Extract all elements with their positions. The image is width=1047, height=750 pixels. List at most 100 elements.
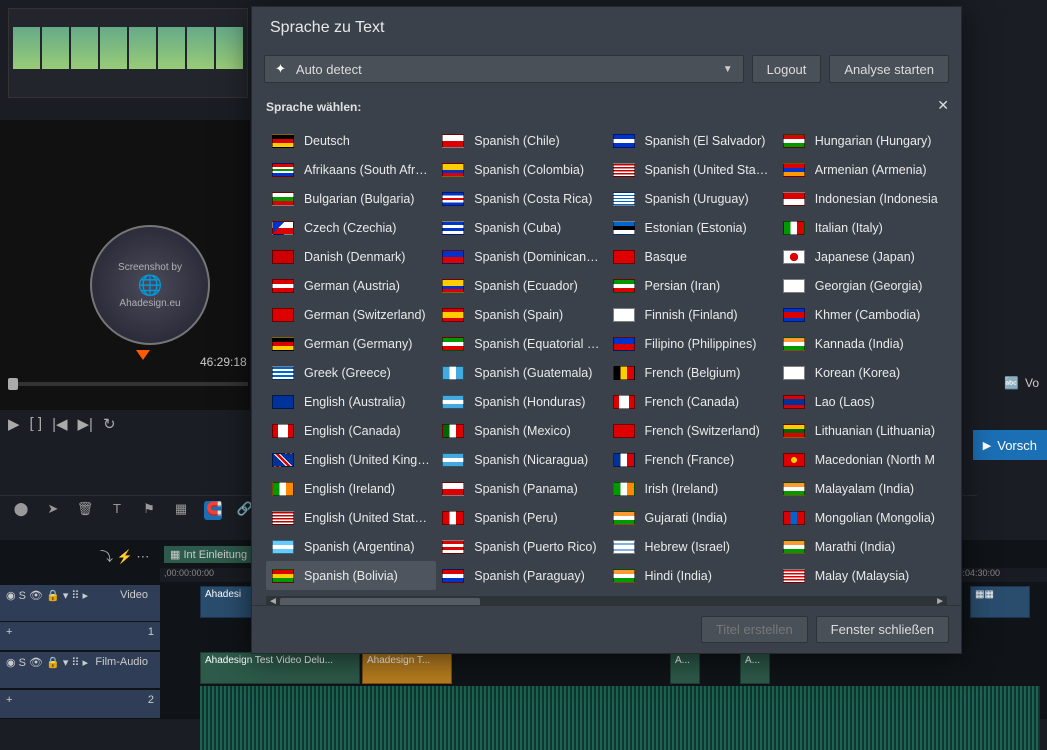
language-option[interactable]: German (Austria) xyxy=(266,271,436,300)
logout-button[interactable]: Logout xyxy=(752,55,822,83)
language-option[interactable]: Kannada (India) xyxy=(777,329,947,358)
trash-icon[interactable]: 🗑 xyxy=(76,501,94,520)
language-option[interactable]: Lao (Laos) xyxy=(777,387,947,416)
language-option[interactable]: Spanish (Dominican Repub xyxy=(436,242,606,271)
language-option[interactable]: French (France) xyxy=(607,445,777,474)
language-option[interactable]: English (United Kingdom) xyxy=(266,445,436,474)
language-option[interactable]: Japanese (Japan) xyxy=(777,242,947,271)
language-option[interactable]: Czech (Czechia) xyxy=(266,213,436,242)
skip-end-icon[interactable]: ▶| xyxy=(78,415,93,433)
track-header-video[interactable]: ◉ S 👁 🔒 ▾ ⠿ Video ▸ xyxy=(0,585,160,621)
language-option[interactable]: Spanish (Cuba) xyxy=(436,213,606,242)
record-icon[interactable]: ⬤ xyxy=(12,501,30,520)
language-option[interactable]: Spanish (Costa Rica) xyxy=(436,184,606,213)
language-option[interactable]: Afrikaans (South Africa) xyxy=(266,155,436,184)
language-option[interactable]: Malayalam (India) xyxy=(777,474,947,503)
horizontal-scrollbar[interactable] xyxy=(266,596,947,605)
language-option[interactable]: Hungarian (Hungary) xyxy=(777,126,947,155)
clip-audio-4[interactable]: A... xyxy=(740,652,770,684)
language-option[interactable]: Armenian (Armenia) xyxy=(777,155,947,184)
language-option[interactable]: Greek (Greece) xyxy=(266,358,436,387)
language-option[interactable]: Spanish (Puerto Rico) xyxy=(436,532,606,561)
language-option[interactable]: Spanish (Nicaragua) xyxy=(436,445,606,474)
language-option[interactable]: Spanish (Chile) xyxy=(436,126,606,155)
language-option[interactable]: Korean (Korea) xyxy=(777,358,947,387)
language-option[interactable]: Spanish (Colombia) xyxy=(436,155,606,184)
language-option[interactable]: Estonian (Estonia) xyxy=(607,213,777,242)
track-fx-icons[interactable]: ⤵ ⚡ ⋯ xyxy=(100,546,149,565)
loop-icon[interactable]: ↻ xyxy=(103,415,116,433)
preview-button[interactable]: Vorsch xyxy=(973,430,1047,460)
playhead-marker[interactable] xyxy=(136,350,150,360)
language-option[interactable]: German (Germany) xyxy=(266,329,436,358)
language-option[interactable]: Italian (Italy) xyxy=(777,213,947,242)
language-option[interactable]: Deutsch xyxy=(266,126,436,155)
clip-audio-1[interactable]: Ahadesign Test Video Delu... xyxy=(200,652,360,684)
language-label: French (Belgium) xyxy=(645,366,741,380)
grid-icon[interactable]: ▦ xyxy=(172,501,190,520)
language-option[interactable]: Malay (Malaysia) xyxy=(777,561,947,590)
text-icon[interactable]: T xyxy=(108,501,126,520)
language-option[interactable]: Lithuanian (Lithuania) xyxy=(777,416,947,445)
language-option[interactable]: French (Canada) xyxy=(607,387,777,416)
language-option[interactable]: Spanish (Paraguay) xyxy=(436,561,606,590)
language-option[interactable]: Spanish (Spain) xyxy=(436,300,606,329)
language-option[interactable]: French (Belgium) xyxy=(607,358,777,387)
clip-audio-3[interactable]: A... xyxy=(670,652,700,684)
clip-audio-2[interactable]: Ahadesign T... xyxy=(362,652,452,684)
language-option[interactable]: Macedonian (North M xyxy=(777,445,947,474)
language-option[interactable]: French (Switzerland) xyxy=(607,416,777,445)
create-title-button[interactable]: Titel erstellen xyxy=(701,616,808,643)
language-option[interactable]: Spanish (Peru) xyxy=(436,503,606,532)
language-option[interactable]: Mongolian (Mongolia) xyxy=(777,503,947,532)
language-option[interactable]: English (Canada) xyxy=(266,416,436,445)
audio-waveform[interactable] xyxy=(200,686,1040,750)
language-option[interactable]: Indonesian (Indonesia xyxy=(777,184,947,213)
language-option[interactable]: Spanish (Honduras) xyxy=(436,387,606,416)
language-option[interactable]: Spanish (Argentina) xyxy=(266,532,436,561)
language-option[interactable]: Filipino (Philippines) xyxy=(607,329,777,358)
language-option[interactable]: Spanish (Guatemala) xyxy=(436,358,606,387)
language-option[interactable]: Spanish (United States) xyxy=(607,155,777,184)
close-window-button[interactable]: Fenster schließen xyxy=(816,616,949,643)
language-option[interactable]: Spanish (El Salvador) xyxy=(607,126,777,155)
language-option[interactable]: Georgian (Georgia) xyxy=(777,271,947,300)
language-label: Mongolian (Mongolia) xyxy=(815,511,935,525)
language-option[interactable]: Gujarati (India) xyxy=(607,503,777,532)
close-icon[interactable]: ✕ xyxy=(937,97,949,114)
language-option[interactable]: Persian (Iran) xyxy=(607,271,777,300)
language-option[interactable]: Spanish (Panama) xyxy=(436,474,606,503)
language-option[interactable]: German (Switzerland) xyxy=(266,300,436,329)
language-dropdown[interactable]: ✦ Auto detect ▼ xyxy=(264,55,744,83)
scrub-slider[interactable] xyxy=(8,382,248,386)
flag-icon[interactable]: ⚑ xyxy=(140,501,158,520)
track-header-audio[interactable]: ◉ S 👁 🔒 ▾ ⠿ Film-Audio ▸ xyxy=(0,652,160,688)
language-option[interactable]: English (Australia) xyxy=(266,387,436,416)
play-icon[interactable]: ▶ xyxy=(8,415,20,433)
clip-video-2[interactable]: ▦▦ xyxy=(970,586,1030,618)
language-option[interactable]: Hebrew (Israel) xyxy=(607,532,777,561)
language-option[interactable]: Marathi (India) xyxy=(777,532,947,561)
language-option[interactable]: Khmer (Cambodia) xyxy=(777,300,947,329)
language-option[interactable]: English (Ireland) xyxy=(266,474,436,503)
language-option[interactable]: Danish (Denmark) xyxy=(266,242,436,271)
bracket-icon[interactable]: [ ] xyxy=(30,415,43,433)
language-option[interactable]: Spanish (Equatorial Guinea xyxy=(436,329,606,358)
track-header-audio-sub[interactable]: + 2 xyxy=(0,690,160,718)
skip-start-icon[interactable]: |◀ xyxy=(52,415,67,433)
language-option[interactable]: Spanish (Uruguay) xyxy=(607,184,777,213)
analyse-button[interactable]: Analyse starten xyxy=(829,55,949,83)
language-option[interactable]: Finnish (Finland) xyxy=(607,300,777,329)
track-header-video-sub[interactable]: + 1 xyxy=(0,622,160,650)
language-option[interactable]: Bulgarian (Bulgaria) xyxy=(266,184,436,213)
snap-icon[interactable]: 🧲 xyxy=(204,501,222,520)
language-option[interactable]: Spanish (Ecuador) xyxy=(436,271,606,300)
language-option[interactable]: Spanish (Bolivia) xyxy=(266,561,436,590)
language-option[interactable]: Hindi (India) xyxy=(607,561,777,590)
language-option[interactable]: Spanish (Mexico) xyxy=(436,416,606,445)
language-label: Spanish (Peru) xyxy=(474,511,557,525)
language-option[interactable]: Basque xyxy=(607,242,777,271)
language-option[interactable]: English (United States) xyxy=(266,503,436,532)
arrow-icon[interactable]: ➤ xyxy=(44,501,62,520)
language-option[interactable]: Irish (Ireland) xyxy=(607,474,777,503)
